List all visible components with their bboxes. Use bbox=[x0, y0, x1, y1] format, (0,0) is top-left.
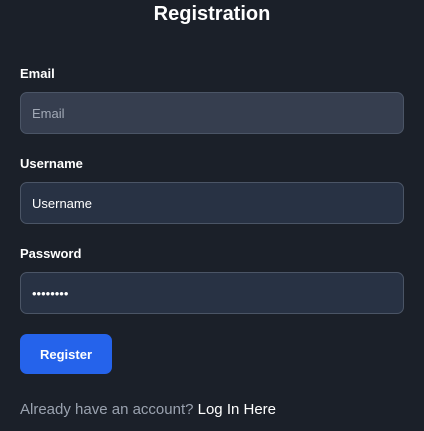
password-field[interactable] bbox=[20, 272, 404, 314]
page-title: Registration bbox=[153, 3, 271, 25]
email-field[interactable] bbox=[20, 92, 404, 134]
email-label: Email bbox=[20, 66, 55, 81]
username-label: Username bbox=[20, 156, 83, 171]
login-prompt: Already have an account? Log In Here bbox=[20, 401, 276, 419]
registration-page: Registration Email Username Password Reg… bbox=[0, 0, 424, 431]
login-link[interactable]: Log In Here bbox=[198, 401, 276, 418]
username-field[interactable] bbox=[20, 182, 404, 224]
register-button[interactable]: Register bbox=[20, 334, 112, 374]
username-group: Username bbox=[20, 156, 404, 224]
password-group: Password bbox=[20, 246, 404, 314]
email-group: Email bbox=[20, 66, 404, 134]
password-label: Password bbox=[20, 246, 82, 261]
login-prompt-text: Already have an account? bbox=[20, 401, 194, 418]
registration-form: Email Username Password Register bbox=[20, 66, 404, 374]
